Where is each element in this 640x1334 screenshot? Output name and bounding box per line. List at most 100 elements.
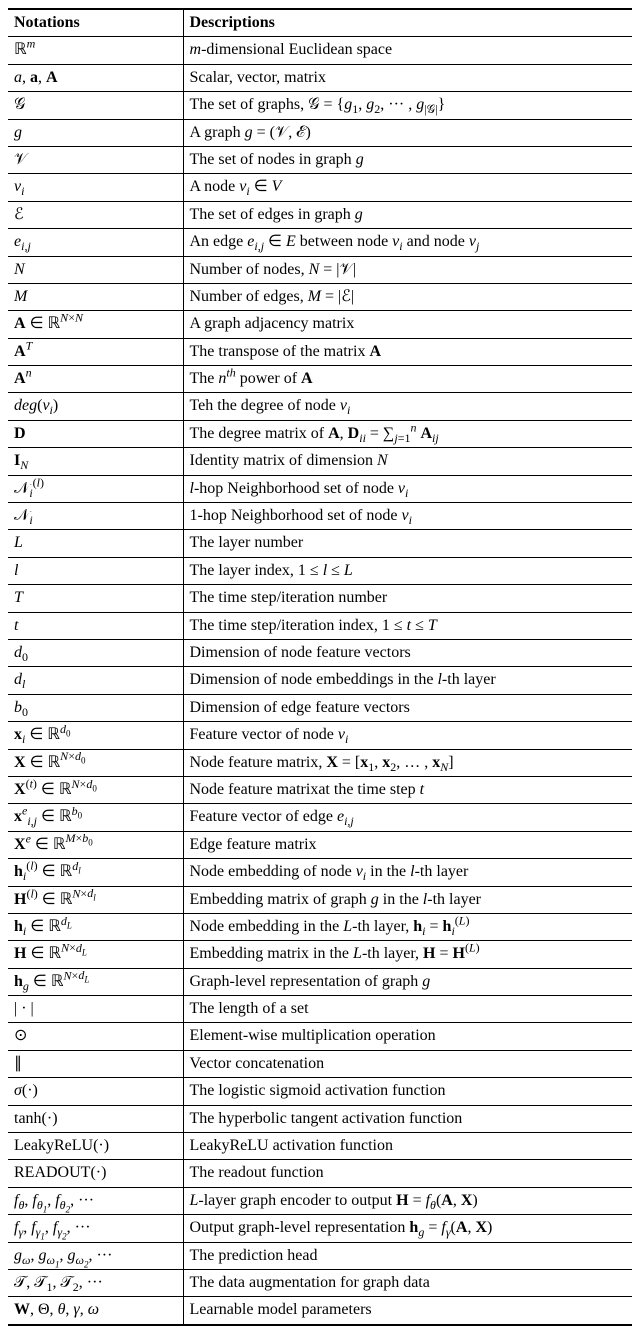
notation-cell: H(l) ∈ ℝN×dl [8, 886, 183, 913]
notation-cell: hg ∈ ℝN×dL [8, 968, 183, 995]
description-cell: The set of graphs, 𝒢 = {g1, g2, ··· , g|… [183, 92, 632, 119]
table-row: AnThe nth power of A [8, 366, 632, 393]
description-cell: Feature vector of node vi [183, 722, 632, 749]
table-row: W, Θ, θ, γ, ωLearnable model parameters [8, 1297, 632, 1325]
table-row: 𝒩i(l)l-hop Neighborhood set of node vi [8, 475, 632, 502]
notation-cell: 𝒩i(l) [8, 475, 183, 502]
description-cell: Edge feature matrix [183, 831, 632, 858]
notation-cell: hi ∈ ℝdL [8, 913, 183, 940]
table-row: fγ, fγ1, fγ2, ···Output graph-level repr… [8, 1215, 632, 1242]
notation-cell: LeakyReLU(·) [8, 1133, 183, 1160]
description-cell: An edge ei,j ∈ E between node vi and nod… [183, 229, 632, 256]
description-cell: The time step/iteration number [183, 585, 632, 612]
table-row: TThe time step/iteration number [8, 585, 632, 612]
notation-cell: ei,j [8, 229, 183, 256]
description-cell: Learnable model parameters [183, 1297, 632, 1325]
notation-cell: AT [8, 338, 183, 365]
description-cell: The readout function [183, 1160, 632, 1187]
description-cell: The data augmentation for graph data [183, 1269, 632, 1296]
description-cell: 1-hop Neighborhood set of node vi [183, 503, 632, 530]
table-row: LeakyReLU(·)LeakyReLU activation functio… [8, 1133, 632, 1160]
description-cell: Graph-level representation of graph g [183, 968, 632, 995]
description-cell: The degree matrix of A, Dii = ∑j=1n Aij [183, 420, 632, 447]
notation-cell: An [8, 366, 183, 393]
table-row: gω, gω1, gω2, ···The prediction head [8, 1242, 632, 1269]
notation-cell: X ∈ ℝN×d0 [8, 749, 183, 776]
table-row: ⊙Element-wise multiplication operation [8, 1023, 632, 1050]
header-notation: Notations [8, 9, 183, 37]
table-row: viA node vi ∈ V [8, 174, 632, 201]
table-row: a, a, AScalar, vector, matrix [8, 64, 632, 91]
table-row: READOUT(·)The readout function [8, 1160, 632, 1187]
notation-cell: vi [8, 174, 183, 201]
notation-cell: t [8, 612, 183, 639]
table-row: NNumber of nodes, N = |𝒱| [8, 256, 632, 283]
description-cell: Output graph-level representation hg = f… [183, 1215, 632, 1242]
description-cell: Node feature matrix, X = [x1, x2, … , xN… [183, 749, 632, 776]
notation-cell: d0 [8, 639, 183, 666]
description-cell: Node feature matrixat the time step t [183, 776, 632, 803]
description-cell: The set of nodes in graph g [183, 146, 632, 173]
notation-cell: tanh(·) [8, 1105, 183, 1132]
description-cell: Element-wise multiplication operation [183, 1023, 632, 1050]
description-cell: Teh the degree of node vi [183, 393, 632, 420]
notation-cell: A ∈ ℝN×N [8, 311, 183, 338]
description-cell: Node embedding in the L-th layer, hi = h… [183, 913, 632, 940]
description-cell: Scalar, vector, matrix [183, 64, 632, 91]
description-cell: Vector concatenation [183, 1050, 632, 1077]
notation-cell: xi ∈ ℝd0 [8, 722, 183, 749]
notation-cell: D [8, 420, 183, 447]
table-row: X(t) ∈ ℝN×d0Node feature matrixat the ti… [8, 776, 632, 803]
table-row: xi ∈ ℝd0Feature vector of node vi [8, 722, 632, 749]
table-row: hi ∈ ℝdLNode embedding in the L-th layer… [8, 913, 632, 940]
description-cell: Dimension of node feature vectors [183, 639, 632, 666]
table-row: σ(·)The logistic sigmoid activation func… [8, 1078, 632, 1105]
notation-cell: gω, gω1, gω2, ··· [8, 1242, 183, 1269]
notation-cell: Xe ∈ ℝM×b0 [8, 831, 183, 858]
notation-cell: deg(vi) [8, 393, 183, 420]
notation-cell: 𝒢 [8, 92, 183, 119]
table-row: 𝒢The set of graphs, 𝒢 = {g1, g2, ··· , g… [8, 92, 632, 119]
notation-cell: g [8, 119, 183, 146]
table-row: A ∈ ℝN×NA graph adjacency matrix [8, 311, 632, 338]
table-row: xei,j ∈ ℝb0Feature vector of edge ei,j [8, 804, 632, 831]
description-cell: l-hop Neighborhood set of node vi [183, 475, 632, 502]
table-row: fθ, fθ1, fθ2, ···L-layer graph encoder t… [8, 1187, 632, 1214]
notations-table: Notations Descriptions ℝmm-dimensional E… [8, 8, 632, 1326]
table-row: H ∈ ℝN×dLEmbedding matrix in the L-th la… [8, 941, 632, 968]
notation-cell: X(t) ∈ ℝN×d0 [8, 776, 183, 803]
table-row: INIdentity matrix of dimension N [8, 448, 632, 475]
table-row: d0Dimension of node feature vectors [8, 639, 632, 666]
notation-cell: READOUT(·) [8, 1160, 183, 1187]
notation-cell: N [8, 256, 183, 283]
table-row: 𝒯, 𝒯1, 𝒯2, ···The data augmentation for … [8, 1269, 632, 1296]
table-row: | · |The length of a set [8, 996, 632, 1023]
notation-cell: l [8, 557, 183, 584]
notation-cell: W, Θ, θ, γ, ω [8, 1297, 183, 1325]
description-cell: Feature vector of edge ei,j [183, 804, 632, 831]
notation-cell: IN [8, 448, 183, 475]
description-cell: The logistic sigmoid activation function [183, 1078, 632, 1105]
notation-cell: M [8, 283, 183, 310]
notation-cell: ⊙ [8, 1023, 183, 1050]
notation-cell: σ(·) [8, 1078, 183, 1105]
description-cell: Dimension of edge feature vectors [183, 694, 632, 721]
table-row: hi(l) ∈ ℝdlNode embedding of node vi in … [8, 859, 632, 886]
notation-cell: H ∈ ℝN×dL [8, 941, 183, 968]
notation-cell: ℰ [8, 201, 183, 228]
table-row: ATThe transpose of the matrix A [8, 338, 632, 365]
table-row: lThe layer index, 1 ≤ l ≤ L [8, 557, 632, 584]
notation-cell: | · | [8, 996, 183, 1023]
table-row: ei,jAn edge ei,j ∈ E between node vi and… [8, 229, 632, 256]
notation-cell: 𝒱 [8, 146, 183, 173]
table-row: dlDimension of node embeddings in the l-… [8, 667, 632, 694]
notation-cell: L [8, 530, 183, 557]
description-cell: The layer number [183, 530, 632, 557]
table-row: Xe ∈ ℝM×b0Edge feature matrix [8, 831, 632, 858]
table-header-row: Notations Descriptions [8, 9, 632, 37]
description-cell: The hyperbolic tangent activation functi… [183, 1105, 632, 1132]
description-cell: Embedding matrix in the L-th layer, H = … [183, 941, 632, 968]
table-row: gA graph g = (𝒱, ℰ) [8, 119, 632, 146]
notation-cell: xei,j ∈ ℝb0 [8, 804, 183, 831]
description-cell: The set of edges in graph g [183, 201, 632, 228]
